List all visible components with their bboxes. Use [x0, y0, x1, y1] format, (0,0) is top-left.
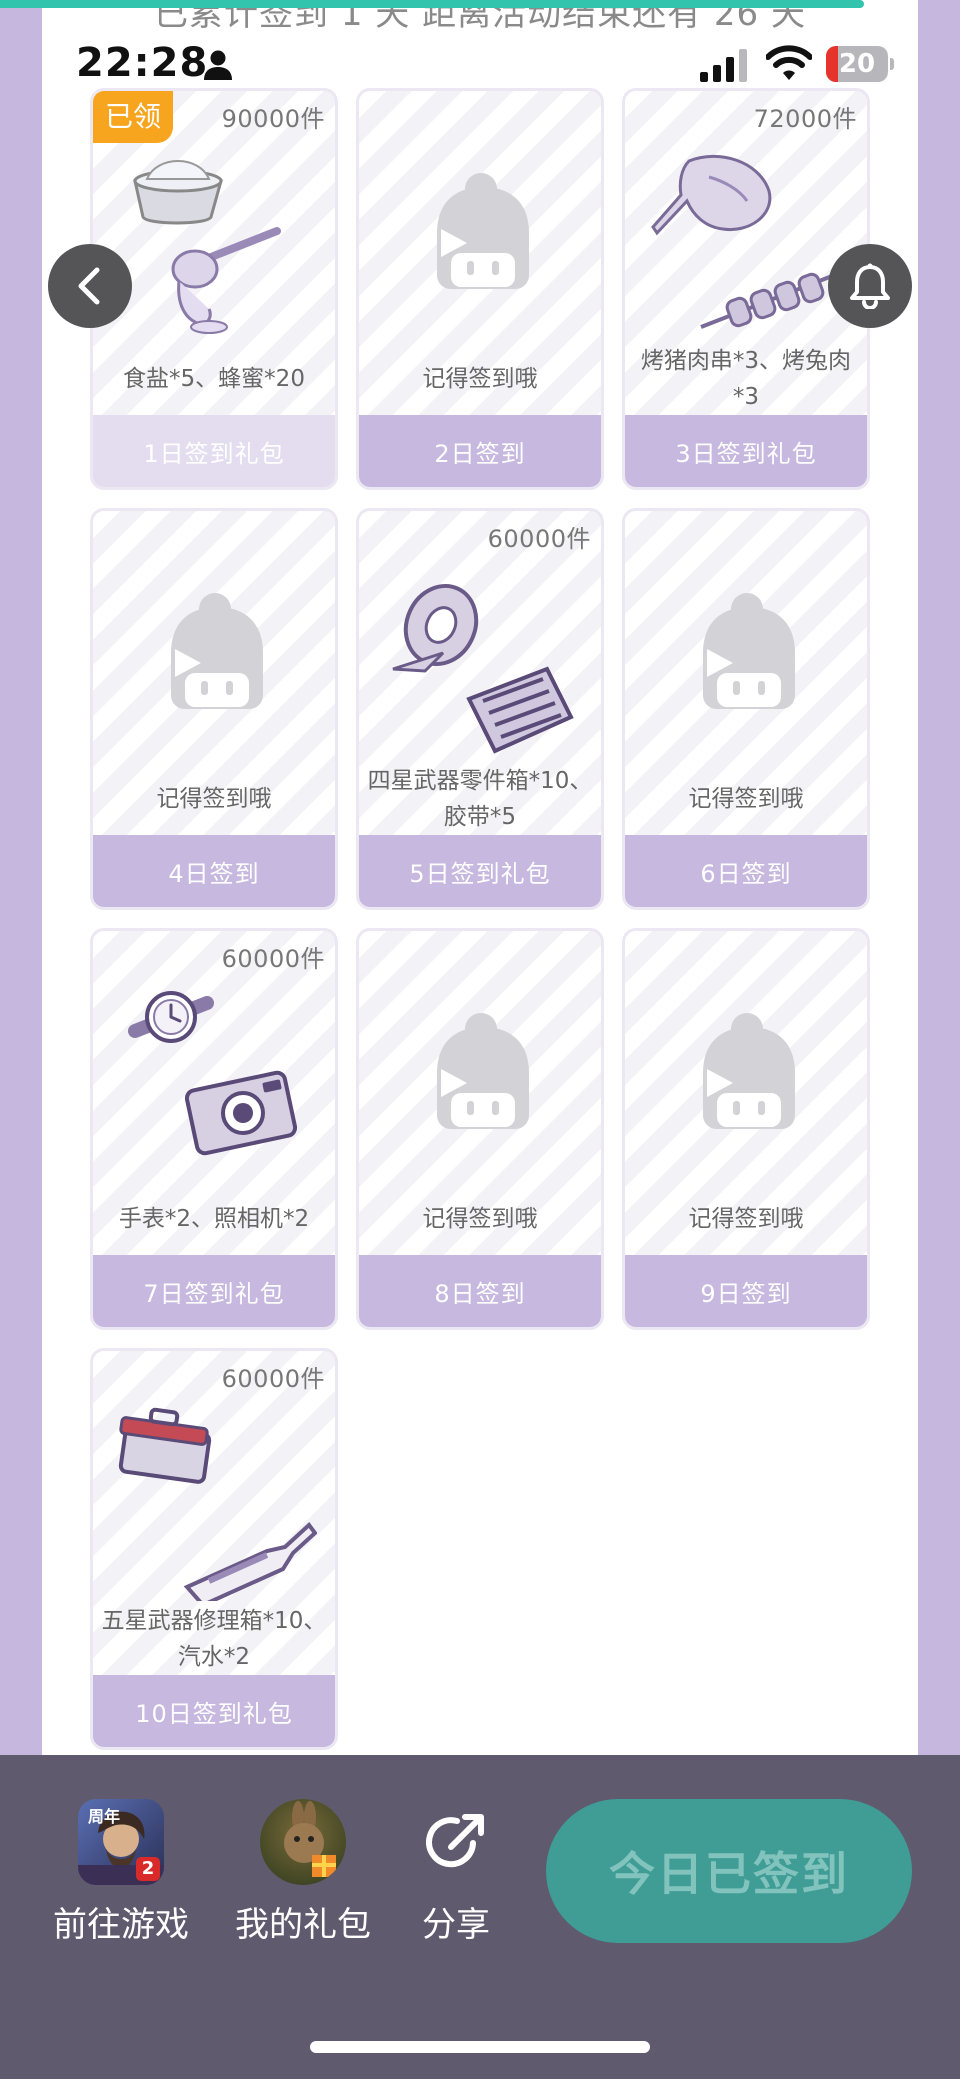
day-label: 10日签到礼包 — [93, 1675, 335, 1747]
my-gifts-label: 我的礼包 — [235, 1905, 371, 1945]
watch-camera-icon — [117, 981, 317, 1181]
day-label: 4日签到 — [93, 835, 335, 907]
claimed-badge: 已领 — [93, 91, 173, 143]
day-label: 7日签到礼包 — [93, 1255, 335, 1327]
reward-stock-count: 90000件 — [221, 105, 325, 133]
my-gifts-button[interactable]: 我的礼包 — [228, 1799, 378, 1946]
mascot-placeholder-icon — [157, 591, 277, 711]
share-label: 分享 — [422, 1905, 490, 1945]
status-time: 22:28 — [76, 40, 209, 86]
chevron-left-icon — [78, 267, 100, 305]
tape-toolbox-icon — [383, 561, 583, 761]
status-bar: 22:28 20 — [0, 34, 960, 94]
back-button[interactable] — [48, 244, 132, 328]
reward-card-day-2[interactable]: 记得签到哦 2日签到 — [356, 88, 604, 490]
day-label: 1日签到礼包 — [93, 415, 335, 487]
anniversary-badge: 周年 — [88, 1807, 121, 1826]
reward-card-day-9[interactable]: 记得签到哦 9日签到 — [622, 928, 870, 1330]
mascot-placeholder-icon — [423, 1011, 543, 1131]
reward-stock-count: 60000件 — [487, 525, 591, 553]
game-corner-badge: 2 — [136, 1857, 160, 1881]
day-label: 5日签到礼包 — [359, 835, 601, 907]
reward-card-day-5[interactable]: 60000件四星武器零件箱*10、胶带*5 5日签到礼包 — [356, 508, 604, 910]
battery-indicator: 20 — [826, 46, 894, 82]
reward-description: 记得签到哦 — [688, 786, 804, 812]
top-progress-strip — [0, 0, 864, 8]
reward-description: 记得签到哦 — [688, 1206, 804, 1232]
share-button[interactable]: 分享 — [406, 1799, 506, 1946]
battery-percent: 20 — [838, 49, 876, 79]
reward-stock-count: 60000件 — [221, 945, 325, 973]
reward-stock-count: 72000件 — [753, 105, 857, 133]
reward-description: 五星武器修理箱*10、汽水*2 — [101, 1608, 327, 1670]
cellular-signal-icon — [700, 49, 747, 82]
reward-card-day-7[interactable]: 60000件手表*2、照相机*2 7日签到礼包 — [90, 928, 338, 1330]
reward-description: 食盐*5、蜂蜜*20 — [123, 366, 305, 392]
repair-kit-soda-icon — [117, 1401, 318, 1608]
bottom-action-bar: 周年 2 前往游戏 我的礼包 分享 今日已签到 — [0, 1755, 960, 2079]
goto-game-button[interactable]: 周年 2 前往游戏 — [46, 1799, 196, 1946]
mascot-placeholder-icon — [423, 171, 543, 291]
salt-honey-icon — [117, 141, 317, 341]
kebab-rabbit-icon — [649, 141, 849, 341]
daily-checkin-button[interactable]: 今日已签到 — [546, 1799, 912, 1943]
reward-description: 记得签到哦 — [156, 786, 272, 812]
day-label: 8日签到 — [359, 1255, 601, 1327]
person-icon — [204, 50, 232, 80]
reward-stock-count: 60000件 — [221, 1365, 325, 1393]
reward-description: 手表*2、照相机*2 — [118, 1206, 310, 1232]
reward-card-day-10[interactable]: 60000件五星武器修理箱*10、汽水*2 10日签到礼包 — [90, 1348, 338, 1750]
day-label: 2日签到 — [359, 415, 601, 487]
mascot-placeholder-icon — [689, 1011, 809, 1131]
reward-description: 记得签到哦 — [422, 1206, 538, 1232]
day-label: 9日签到 — [625, 1255, 867, 1327]
day-label: 3日签到礼包 — [625, 415, 867, 487]
reward-card-day-8[interactable]: 记得签到哦 8日签到 — [356, 928, 604, 1330]
home-indicator — [310, 2041, 650, 2053]
reward-description: 烤猪肉串*3、烤兔肉*3 — [640, 348, 852, 410]
goto-game-label: 前往游戏 — [53, 1905, 189, 1945]
wifi-icon — [766, 45, 812, 80]
reward-description: 记得签到哦 — [422, 366, 538, 392]
reward-card-day-6[interactable]: 记得签到哦 6日签到 — [622, 508, 870, 910]
gift-rabbit-icon — [260, 1799, 346, 1885]
reward-card-day-4[interactable]: 记得签到哦 4日签到 — [90, 508, 338, 910]
day-label: 6日签到 — [625, 835, 867, 907]
bell-icon — [850, 263, 890, 309]
share-icon — [413, 1799, 499, 1885]
notification-bell-button[interactable] — [828, 244, 912, 328]
reward-description: 四星武器零件箱*10、胶带*5 — [367, 768, 593, 830]
mascot-placeholder-icon — [689, 591, 809, 711]
game-app-icon: 周年 2 — [78, 1799, 164, 1885]
